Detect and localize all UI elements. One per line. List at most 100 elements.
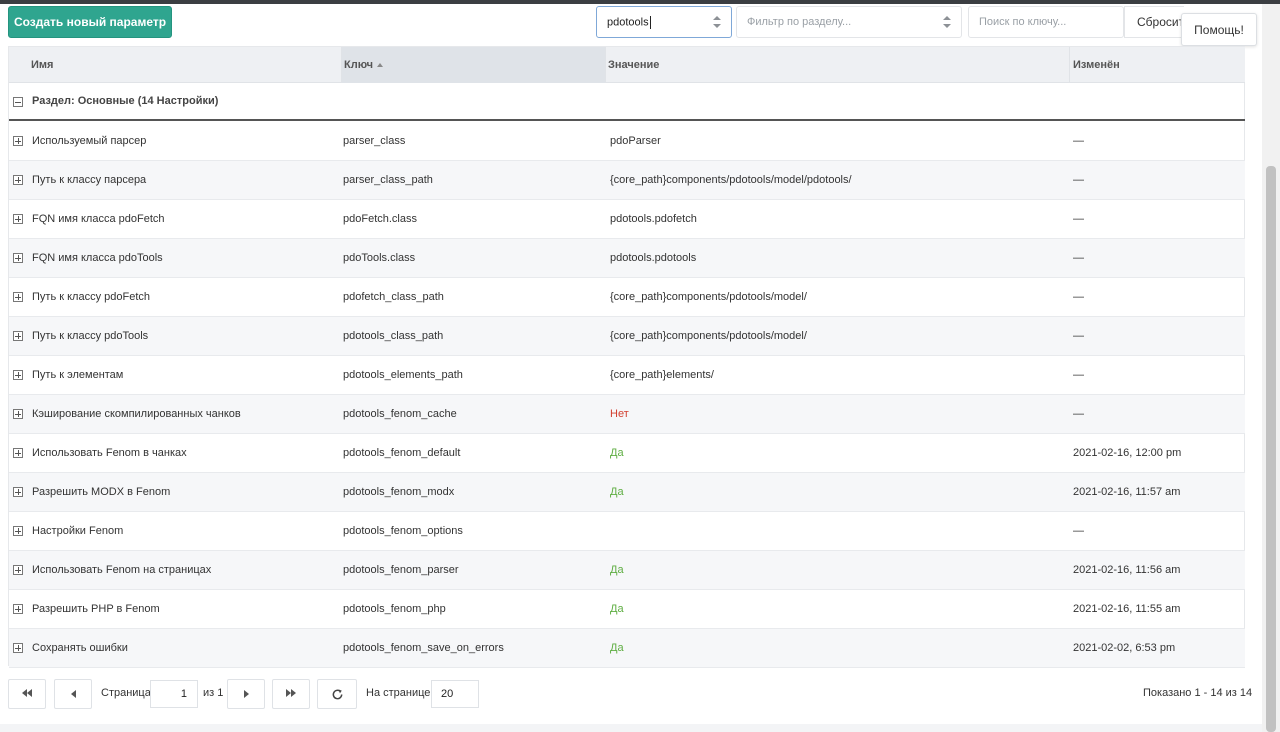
expand-row-icon[interactable] [13, 253, 23, 263]
table-row[interactable]: Сохранять ошибки pdotools_fenom_save_on_e… [9, 629, 1245, 668]
expand-row-icon[interactable] [13, 604, 23, 614]
setting-name-cell: Путь к элементам [32, 369, 124, 381]
page-label: Страница [101, 687, 151, 699]
setting-name-cell: Разрешить PHP в Fenom [32, 603, 160, 615]
setting-key-cell: pdotools_fenom_save_on_errors [343, 642, 504, 654]
setting-edited-cell: 2021-02-16, 11:57 am [1073, 486, 1181, 498]
table-row[interactable]: Путь к классу парсера parser_class_path {c… [9, 161, 1245, 200]
table-row[interactable]: Используемый парсер parser_class pdoParser… [9, 122, 1245, 161]
setting-value-cell[interactable]: {core_path}components/pdotools/model/ [610, 317, 1065, 355]
expand-row-icon[interactable] [13, 487, 23, 497]
setting-key-cell: pdotools_elements_path [343, 369, 463, 381]
expand-row-icon[interactable] [13, 292, 23, 302]
setting-name-cell: Настройки Fenom [32, 525, 124, 537]
reset-filter-button[interactable]: Сбросить [1124, 6, 1184, 38]
per-page-input[interactable]: 20 [431, 680, 479, 708]
table-row[interactable]: Настройки Fenom pdotools_fenom_options — [9, 512, 1245, 551]
next-page-icon [243, 690, 249, 698]
table-row[interactable]: Использовать Fenom в чанках pdotools_feno… [9, 434, 1245, 473]
setting-edited-cell: — [1073, 408, 1084, 420]
setting-key-cell: pdotools_fenom_parser [343, 564, 459, 576]
setting-value-cell[interactable]: Да [610, 551, 1065, 589]
expand-row-icon[interactable] [13, 370, 23, 380]
scrollbar-thumb[interactable] [1266, 166, 1276, 732]
help-button[interactable]: Помощь! [1181, 13, 1257, 46]
column-header-edited[interactable]: Изменён [1070, 47, 1245, 83]
setting-value-cell[interactable]: {core_path}elements/ [610, 356, 1065, 394]
setting-name-cell: FQN имя класса pdoFetch [32, 213, 165, 225]
table-row[interactable]: FQN имя класса pdoTools pdoTools.class pdo… [9, 239, 1245, 278]
setting-value-cell[interactable]: pdotools.pdofetch [610, 200, 1065, 238]
settings-grid: Имя Ключ Значение Изменён Раздел: Основн… [8, 46, 1245, 668]
setting-value-cell[interactable]: Да [610, 473, 1065, 511]
prev-page-button[interactable] [54, 679, 92, 709]
setting-name-cell: Использовать Fenom в чанках [32, 447, 187, 459]
setting-value-cell[interactable]: pdoParser [610, 122, 1065, 160]
column-header-key[interactable]: Ключ [342, 47, 605, 83]
create-setting-button[interactable]: Создать новый параметр [8, 6, 172, 38]
group-header-row[interactable]: Раздел: Основные (14 Настройки) [9, 83, 1245, 121]
last-page-button[interactable] [272, 679, 310, 709]
pager-summary: Показано 1 - 14 из 14 [1143, 687, 1253, 699]
setting-value-cell[interactable]: Да [610, 434, 1065, 472]
setting-key-cell: pdotools_fenom_default [343, 447, 461, 459]
setting-name-cell: Сохранять ошибки [32, 642, 128, 654]
page-number-input[interactable]: 1 [150, 680, 198, 708]
last-page-icon [286, 688, 296, 700]
setting-value-cell[interactable]: Нет [610, 395, 1065, 433]
table-row[interactable]: Кэширование скомпилированных чанков pdoto… [9, 395, 1245, 434]
select-arrows-icon [943, 16, 951, 28]
column-header-value[interactable]: Значение [606, 47, 1069, 83]
setting-key-cell: pdotools_fenom_modx [343, 486, 455, 498]
table-row[interactable]: Разрешить PHP в Fenom pdotools_fenom_php Д… [9, 590, 1245, 629]
table-row[interactable]: Путь к классу pdoTools pdotools_class_pat… [9, 317, 1245, 356]
per-page-label: На странице: [366, 687, 434, 699]
setting-edited-cell: — [1073, 369, 1084, 381]
setting-edited-cell: — [1073, 135, 1084, 147]
setting-key-cell: pdotools_fenom_cache [343, 408, 457, 420]
setting-value-cell[interactable]: Да [610, 629, 1065, 667]
setting-name-cell: Путь к классу парсера [32, 174, 147, 186]
first-page-icon [22, 688, 32, 700]
setting-edited-cell: — [1073, 330, 1084, 342]
select-arrows-icon [713, 16, 721, 28]
area-filter-placeholder: Фильтр по разделу... [747, 16, 852, 28]
text-cursor [649, 15, 651, 29]
setting-key-cell: parser_class [343, 135, 406, 147]
expand-row-icon[interactable] [13, 331, 23, 341]
collapse-icon[interactable] [13, 97, 23, 107]
setting-key-cell: parser_class_path [343, 174, 433, 186]
group-label: Раздел: Основные (14 Настройки) [32, 95, 219, 107]
sort-ascending-icon [377, 63, 384, 67]
setting-value-cell[interactable] [610, 512, 1065, 550]
table-row[interactable]: Разрешить MODX в Fenom pdotools_fenom_mod… [9, 473, 1245, 512]
expand-row-icon[interactable] [13, 214, 23, 224]
setting-key-cell: pdotools_fenom_options [343, 525, 463, 537]
expand-row-icon[interactable] [13, 565, 23, 575]
expand-row-icon[interactable] [13, 136, 23, 146]
setting-value-cell[interactable]: {core_path}components/pdotools/model/pdo… [610, 161, 1065, 199]
table-row[interactable]: Путь к элементам pdotools_elements_path {c… [9, 356, 1245, 395]
table-row[interactable]: Использовать Fenom на страницах pdotools_… [9, 551, 1245, 590]
setting-value-cell[interactable]: {core_path}components/pdotools/model/ [610, 278, 1065, 316]
setting-value-cell[interactable]: pdotools.pdotools [610, 239, 1065, 277]
expand-row-icon[interactable] [13, 526, 23, 536]
search-key-input[interactable]: Поиск по ключу... [968, 6, 1124, 38]
setting-key-cell: pdoFetch.class [343, 213, 417, 225]
expand-row-icon[interactable] [13, 175, 23, 185]
table-row[interactable]: FQN имя класса pdoFetch pdoFetch.class pdo… [9, 200, 1245, 239]
first-page-button[interactable] [8, 679, 46, 709]
expand-row-icon[interactable] [13, 448, 23, 458]
expand-row-icon[interactable] [13, 409, 23, 419]
column-header-name[interactable]: Имя [9, 47, 341, 83]
setting-name-cell: Путь к классу pdoTools [32, 330, 149, 342]
area-filter-select[interactable]: Фильтр по разделу... [736, 6, 962, 38]
expand-row-icon[interactable] [13, 643, 23, 653]
setting-edited-cell: — [1073, 174, 1084, 186]
refresh-button[interactable] [317, 679, 357, 709]
namespace-filter-select[interactable]: pdotools [596, 6, 732, 38]
table-row[interactable]: Путь к классу pdoFetch pdofetch_class_pat… [9, 278, 1245, 317]
refresh-icon [332, 688, 342, 699]
next-page-button[interactable] [227, 679, 265, 709]
setting-value-cell[interactable]: Да [610, 590, 1065, 628]
